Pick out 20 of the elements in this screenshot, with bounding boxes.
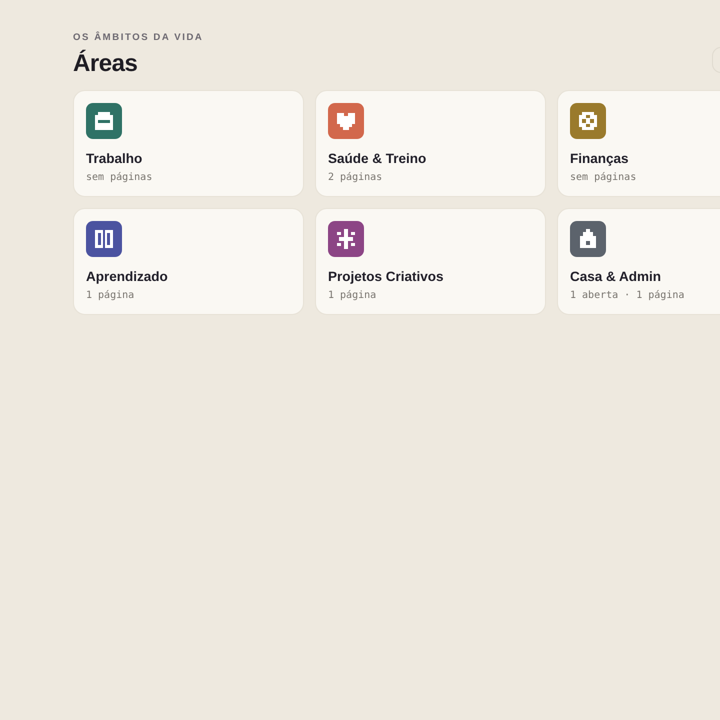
page-title: Áreas xyxy=(73,49,138,79)
area-card[interactable]: Aprendizado 1 página xyxy=(73,208,304,315)
area-card[interactable]: Saúde & Treino 2 páginas xyxy=(315,90,546,197)
section-eyebrow: OS ÂMBITOS DA VIDA xyxy=(73,31,204,45)
area-name: Trabalho xyxy=(86,150,144,168)
area-page-count: 2 páginas xyxy=(328,171,384,185)
area-card[interactable]: Trabalho sem páginas xyxy=(73,90,304,197)
area-page-count: 1 página xyxy=(328,289,378,303)
area-name: Aprendizado xyxy=(86,268,169,286)
area-name: Projetos Criativos xyxy=(328,268,445,286)
area-name: Casa & Admin xyxy=(570,268,662,286)
area-card[interactable]: Projetos Criativos 1 página xyxy=(315,208,546,315)
area-card[interactable]: Finanças sem páginas xyxy=(557,90,720,197)
area-card[interactable]: Casa & Admin 1 aberta · 1 página xyxy=(557,208,720,315)
area-page-count: 1 página xyxy=(86,289,136,303)
area-page-count: sem páginas xyxy=(570,171,638,185)
area-page-count: sem páginas xyxy=(86,171,154,185)
area-name: Saúde & Treino xyxy=(328,150,428,168)
area-page-count: 1 aberta · 1 página xyxy=(570,289,686,303)
area-name: Finanças xyxy=(570,150,630,168)
